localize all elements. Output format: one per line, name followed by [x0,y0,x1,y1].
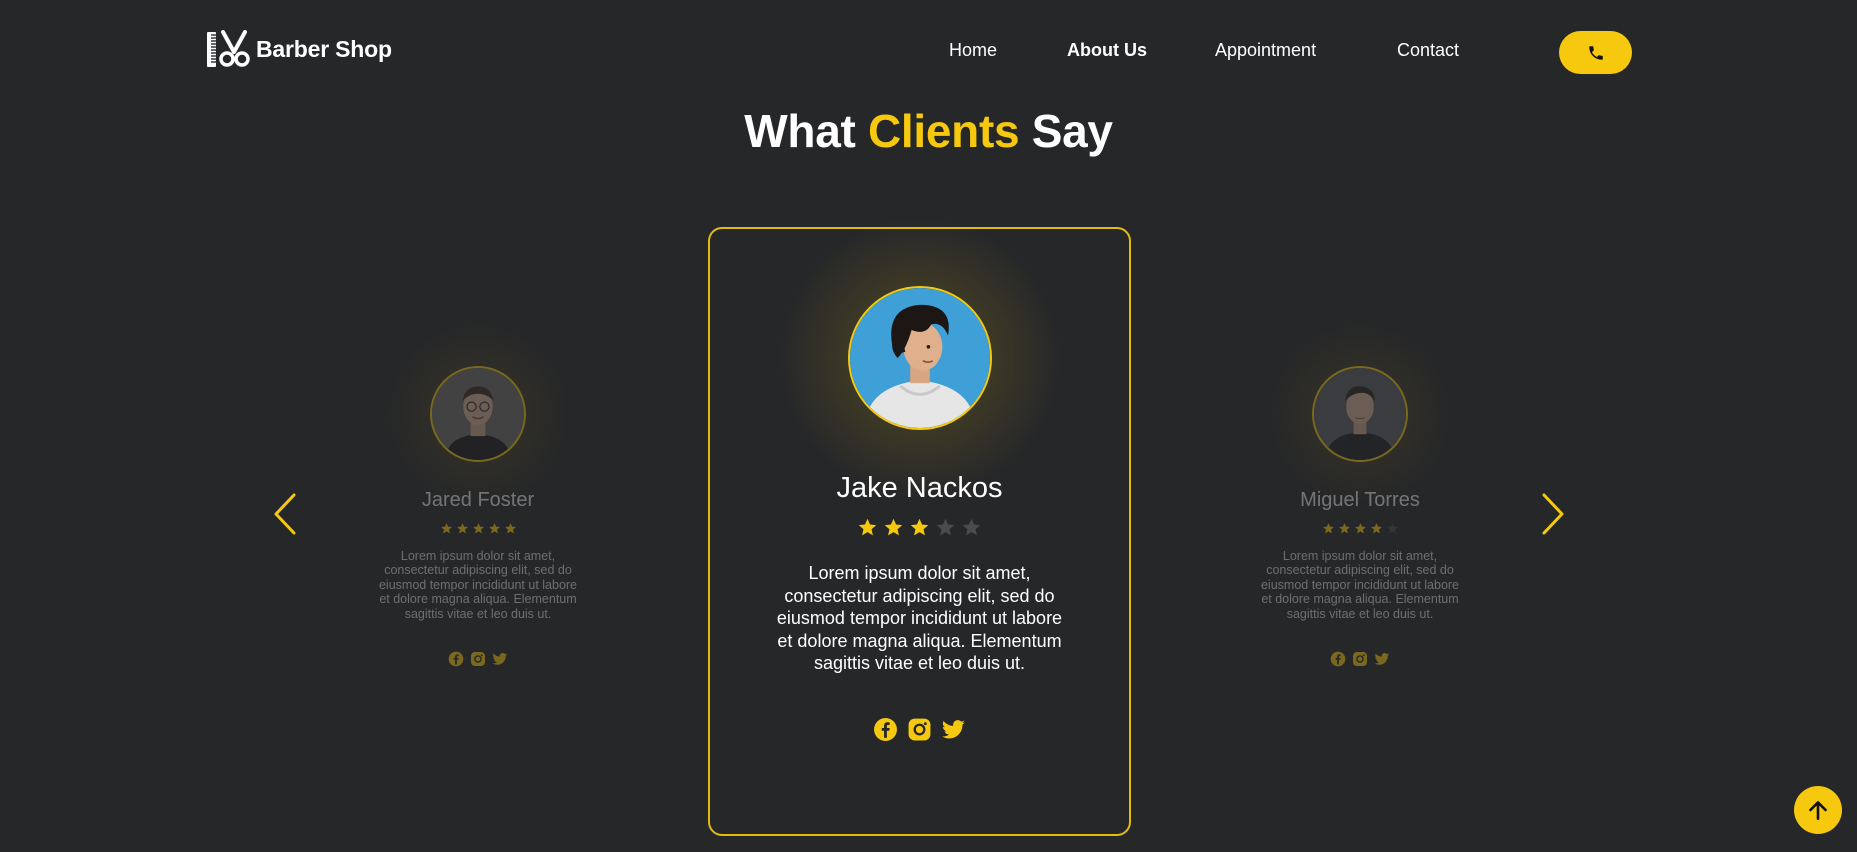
section-title: What Clients Say [0,104,1857,158]
instagram-icon[interactable] [1352,651,1368,667]
arrow-up-icon [1809,801,1827,820]
star-filled-icon [910,518,929,536]
star-filled-icon [456,523,468,534]
facebook-icon[interactable] [448,651,464,667]
star-filled-icon [472,523,484,534]
title-prefix: What [744,105,868,157]
testimonial-text: Lorem ipsum dolor sit amet, consectetur … [1260,549,1460,621]
testimonial-card-miguel: Miguel Torres Lorem ipsum dolor sit amet… [1230,320,1490,667]
avatar [847,286,992,430]
testimonial-card-jake: Jake Nackos Lorem ipsum dolor sit amet, … [708,216,1131,836]
facebook-icon[interactable] [873,717,898,742]
star-filled-icon [858,518,877,536]
star-filled-icon [1354,523,1366,534]
testimonial-text: Lorem ipsum dolor sit amet, consectetur … [776,563,1063,673]
testimonial-card-jared: Jared Foster Lorem ipsum dolor sit amet,… [348,320,608,667]
twitter-icon[interactable] [492,651,508,667]
star-rating [1230,522,1490,535]
star-filled-icon [884,518,903,536]
nav-about-us[interactable]: About Us [1067,40,1147,61]
nav-appointment[interactable]: Appointment [1215,40,1316,61]
social-links [710,717,1129,742]
carousel-prev-button[interactable] [270,490,300,538]
star-filled-icon [440,523,452,534]
nav-home[interactable]: Home [949,40,997,61]
star-rating [348,522,608,535]
star-rating [710,517,1129,538]
twitter-icon[interactable] [941,717,966,742]
social-links [348,651,608,667]
star-empty-icon [936,518,955,536]
social-links [1230,651,1490,667]
star-filled-icon [1338,523,1350,534]
title-accent: Clients [868,105,1020,157]
carousel-next-button[interactable] [1538,490,1568,538]
back-to-top-button[interactable] [1794,786,1842,834]
instagram-icon[interactable] [907,717,932,742]
star-filled-icon [1322,523,1334,534]
avatar [1312,366,1408,462]
star-filled-icon [1370,523,1382,534]
phone-icon [1588,45,1603,60]
facebook-icon[interactable] [1330,651,1346,667]
chevron-left-icon [274,493,296,535]
call-button[interactable] [1559,31,1632,74]
title-suffix: Say [1019,105,1113,157]
instagram-icon[interactable] [470,651,486,667]
avatar [430,366,526,462]
star-empty-icon [1386,523,1398,534]
star-empty-icon [962,518,981,536]
twitter-icon[interactable] [1374,651,1390,667]
star-filled-icon [504,523,516,534]
nav-contact[interactable]: Contact [1397,40,1459,61]
chevron-right-icon [1542,493,1564,535]
testimonial-text: Lorem ipsum dolor sit amet, consectetur … [378,549,578,621]
star-filled-icon [488,523,500,534]
